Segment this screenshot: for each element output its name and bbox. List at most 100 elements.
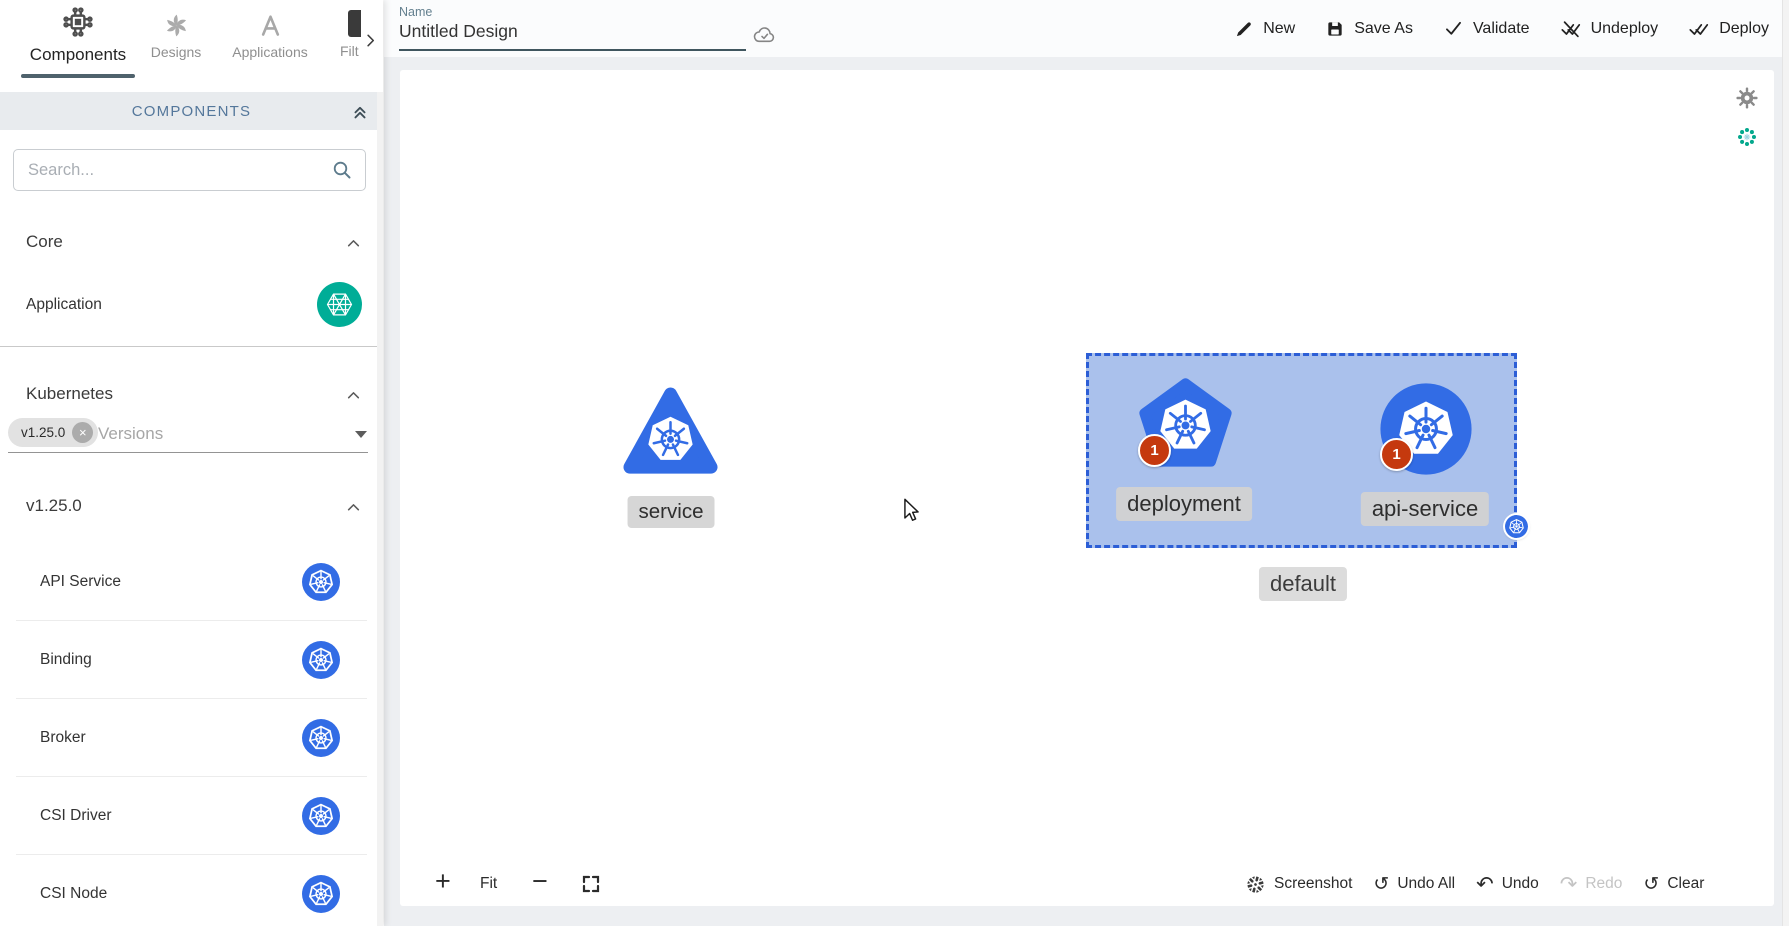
fullscreen-icon[interactable] <box>581 874 601 894</box>
page-scrollbar[interactable] <box>1782 0 1789 926</box>
component-item-csi-driver[interactable]: CSI Driver <box>0 777 383 855</box>
redo-label: Redo <box>1585 875 1622 893</box>
history-toolbar: Screenshot ↺ Undo All ↶ Undo ↷ Redo ↺ Cl… <box>1245 869 1704 899</box>
shutter-icon <box>1245 874 1266 895</box>
section-divider <box>0 346 383 347</box>
kubernetes-icon <box>302 641 340 679</box>
section-kubernetes-title: Kubernetes <box>26 384 113 404</box>
component-item-application[interactable]: Application <box>0 278 383 332</box>
new-button-label: New <box>1263 20 1295 38</box>
kubernetes-icon <box>302 875 340 913</box>
chip-remove-icon[interactable]: × <box>72 422 93 443</box>
version-chip[interactable]: v1.25.0 × <box>8 418 98 447</box>
fit-view-button[interactable]: Fit <box>480 875 497 893</box>
components-sidebar: Components Designs <box>0 0 383 926</box>
design-topbar: Name New Save As <box>384 0 1789 57</box>
screenshot-label: Screenshot <box>1274 875 1352 893</box>
clear-button[interactable]: ↺ Clear <box>1643 875 1704 894</box>
undo-icon: ↶ <box>1476 874 1494 895</box>
component-item-api-service[interactable]: API Service <box>0 543 383 621</box>
chevron-up-icon[interactable] <box>343 385 364 406</box>
components-panel-header: COMPONENTS <box>0 92 383 130</box>
canvas-settings-gear-icon[interactable] <box>1736 87 1758 109</box>
group-kubernetes-mini-icon <box>1505 515 1528 538</box>
undo-button[interactable]: ↶ Undo <box>1476 874 1539 895</box>
chevron-up-icon[interactable] <box>343 497 364 518</box>
sidebar-scrollbar[interactable] <box>377 92 383 926</box>
tab-designs[interactable]: Designs <box>141 12 211 60</box>
section-core-title: Core <box>26 232 63 252</box>
section-kubernetes[interactable]: Kubernetes <box>0 380 383 412</box>
component-item-binding[interactable]: Binding <box>0 621 383 699</box>
kubernetes-cluster-icon[interactable] <box>1736 126 1758 148</box>
tab-components[interactable]: Components <box>21 4 135 65</box>
kubernetes-icon <box>302 797 340 835</box>
clear-icon: ↺ <box>1643 875 1659 894</box>
tab-applications-label: Applications <box>222 44 318 60</box>
name-field-underline <box>399 49 746 51</box>
mouse-cursor <box>903 498 920 523</box>
versions-placeholder[interactable]: Versions <box>98 424 163 444</box>
validate-button[interactable]: Validate <box>1443 18 1530 39</box>
design-canvas[interactable]: service 1 deployment 1 api-service defau… <box>400 70 1774 906</box>
component-item-csi-node[interactable]: CSI Node <box>0 855 383 926</box>
applications-icon <box>257 12 284 39</box>
undeploy-button-label: Undeploy <box>1591 20 1659 38</box>
component-item-label: Binding <box>40 651 92 669</box>
redo-icon: ↷ <box>1560 874 1578 895</box>
cloud-sync-icon <box>752 24 777 44</box>
undo-all-icon: ↺ <box>1373 875 1389 894</box>
check-icon <box>1443 18 1464 39</box>
undeploy-button[interactable]: Undeploy <box>1560 18 1659 40</box>
sidebar-tabbar: Components Designs <box>0 0 383 80</box>
panel-title: COMPONENTS <box>132 103 252 120</box>
components-icon <box>61 4 95 40</box>
node-service-label: service <box>628 496 715 528</box>
component-item-label: Application <box>26 296 102 314</box>
component-search <box>13 149 366 191</box>
designs-icon <box>163 12 190 39</box>
meshery-application-icon <box>317 282 362 327</box>
kubernetes-icon <box>302 719 340 757</box>
chevron-up-icon[interactable] <box>343 233 364 254</box>
design-name-input[interactable] <box>399 21 729 42</box>
search-icon <box>331 159 355 183</box>
deploy-button-label: Deploy <box>1719 20 1769 38</box>
collapse-panel-icon[interactable] <box>349 100 371 122</box>
section-v1250-title: v1.25.0 <box>26 496 82 516</box>
node-service[interactable] <box>621 383 720 482</box>
design-actions: New Save As Validate <box>1234 0 1769 57</box>
component-item-label: CSI Driver <box>40 807 111 825</box>
zoom-out-button[interactable]: − <box>532 866 548 897</box>
versions-underline <box>8 452 368 453</box>
tab-applications[interactable]: Applications <box>222 12 318 60</box>
save-as-button[interactable]: Save As <box>1325 19 1413 39</box>
undo-all-label: Undo All <box>1397 875 1455 893</box>
kubernetes-icon <box>302 563 340 601</box>
active-tab-indicator <box>21 74 135 78</box>
zoom-in-button[interactable]: + <box>435 866 451 897</box>
search-input[interactable] <box>14 150 365 190</box>
screenshot-button[interactable]: Screenshot <box>1245 874 1352 895</box>
design-workspace: Name New Save As <box>384 0 1789 926</box>
design-name-label: Name <box>399 5 432 19</box>
undo-label: Undo <box>1502 875 1539 893</box>
redo-button[interactable]: ↷ Redo <box>1560 874 1623 895</box>
component-item-label: CSI Node <box>40 885 107 903</box>
undo-all-button[interactable]: ↺ Undo All <box>1373 875 1455 894</box>
section-v1250[interactable]: v1.25.0 <box>0 492 383 524</box>
section-core[interactable]: Core <box>0 228 383 260</box>
component-item-broker[interactable]: Broker <box>0 699 383 777</box>
versions-dropdown-icon[interactable] <box>355 431 367 438</box>
save-as-button-label: Save As <box>1354 20 1413 38</box>
deploy-button[interactable]: Deploy <box>1688 18 1769 40</box>
tabs-scroll-right-icon[interactable] <box>361 31 380 50</box>
node-deployment-label: deployment <box>1116 487 1252 521</box>
component-item-label: Broker <box>40 729 86 747</box>
version-chip-label: v1.25.0 <box>21 425 65 440</box>
double-check-crossed-icon <box>1560 18 1582 40</box>
clear-label: Clear <box>1667 875 1704 893</box>
double-check-icon <box>1688 18 1710 40</box>
tab-components-label: Components <box>21 45 135 65</box>
new-button[interactable]: New <box>1234 19 1295 39</box>
